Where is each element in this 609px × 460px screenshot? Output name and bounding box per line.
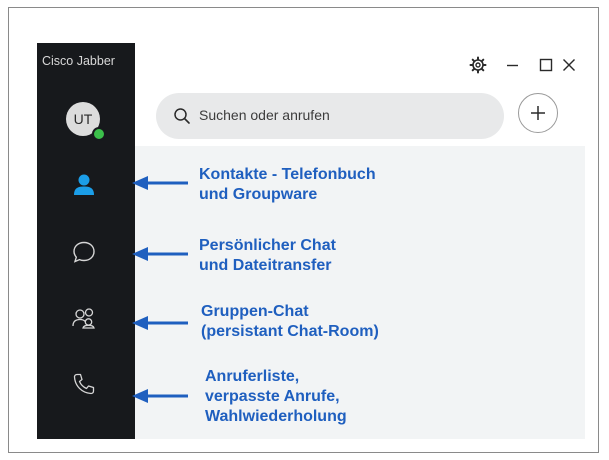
presence-status-indicator [92, 127, 106, 141]
maximize-button[interactable] [534, 53, 558, 77]
annotation-group-chat: Gruppen-Chat (persistant Chat-Room) [201, 302, 379, 342]
annotation-calls: Anruferliste, verpasste Anrufe, Wahlwied… [205, 367, 347, 427]
annotation-line: Gruppen-Chat [201, 303, 309, 320]
maximize-icon [539, 58, 553, 72]
arrow-chat-icon [132, 247, 188, 261]
sidebar-item-calls[interactable] [71, 371, 97, 397]
sidebar-item-contacts[interactable] [71, 172, 97, 198]
close-button[interactable] [557, 53, 581, 77]
search-placeholder: Suchen oder anrufen [199, 107, 330, 123]
annotation-line: Persönlicher Chat [199, 237, 336, 254]
group-icon [72, 308, 95, 329]
gear-icon [469, 56, 487, 74]
minimize-icon [507, 64, 518, 67]
arrow-contacts-icon [132, 176, 188, 190]
settings-button[interactable] [466, 53, 490, 77]
annotation-line: und Groupware [199, 186, 318, 203]
header-bar: Suchen oder anrufen [135, 43, 585, 146]
annotation-line: Wahlwiederholung [205, 408, 347, 425]
annotation-line: Kontakte - Telefonbuch [199, 166, 376, 183]
chat-bubble-icon [73, 241, 95, 263]
search-icon [174, 108, 190, 124]
annotation-line: verpasste Anrufe, [205, 388, 340, 405]
annotation-contacts: Kontakte - Telefonbuch und Groupware [199, 165, 376, 205]
arrow-group-chat-icon [132, 316, 188, 330]
phone-icon [73, 373, 95, 395]
minimize-button[interactable] [501, 53, 525, 77]
person-icon [74, 174, 94, 195]
add-button[interactable] [518, 93, 558, 133]
sidebar: Cisco Jabber UT [37, 43, 135, 439]
annotation-line: Anruferliste, [205, 368, 300, 385]
sidebar-item-chat[interactable] [71, 239, 97, 265]
annotation-line: (persistant Chat-Room) [201, 323, 379, 340]
arrow-calls-icon [132, 389, 188, 403]
search-input[interactable]: Suchen oder anrufen [156, 93, 504, 139]
sidebar-item-group-chat[interactable] [71, 305, 97, 331]
annotation-line: und Dateitransfer [199, 257, 332, 274]
close-icon [563, 59, 575, 71]
annotation-chat: Persönlicher Chat und Dateitransfer [199, 236, 336, 276]
app-title: Cisco Jabber [42, 54, 115, 68]
plus-icon [531, 106, 545, 120]
